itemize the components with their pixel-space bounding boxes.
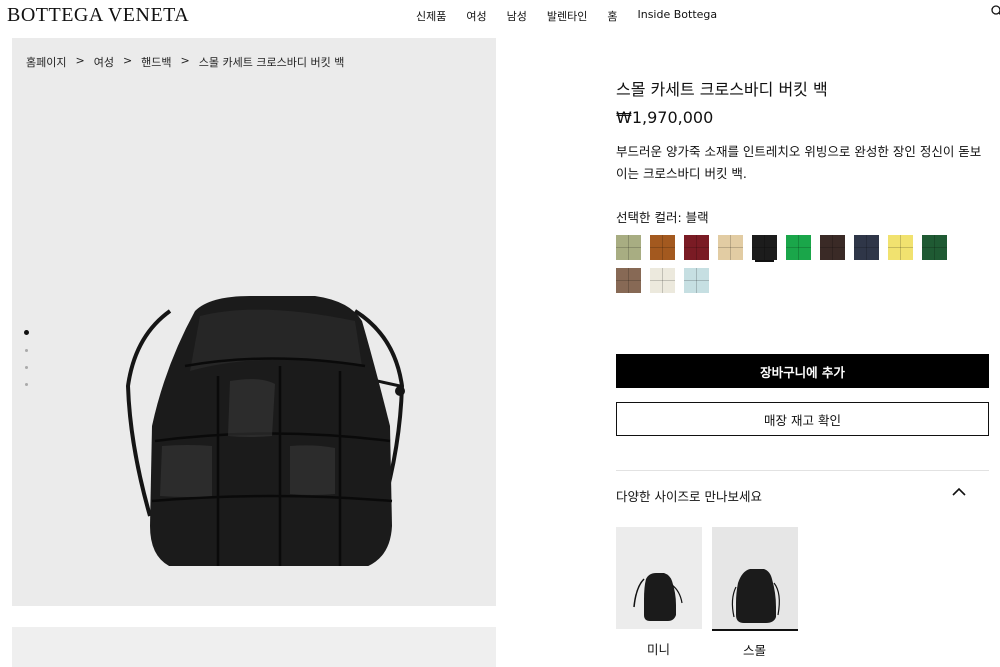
- breadcrumb-current: 스몰 카세트 크로스바디 버킷 백: [198, 56, 345, 69]
- search-icon[interactable]: [991, 5, 1000, 17]
- product-image-secondary: [12, 627, 496, 667]
- color-swatch[interactable]: [650, 268, 675, 293]
- nav-item-inside-bottega[interactable]: Inside Bottega: [637, 8, 717, 24]
- breadcrumb-separator: >: [122, 54, 133, 67]
- slide-indicator: [24, 330, 29, 400]
- product-image-gallery[interactable]: 홈페이지 > 여성 > 핸드백 > 스몰 카세트 크로스바디 버킷 백: [12, 38, 496, 606]
- color-swatch[interactable]: [786, 235, 811, 260]
- product-thumbnail-image: [712, 527, 798, 629]
- nav-item-women[interactable]: 여성: [466, 8, 486, 24]
- breadcrumb-separator: >: [75, 54, 85, 67]
- size-thumbnail-mini[interactable]: [616, 527, 702, 629]
- product-price: ₩1,970,000: [616, 108, 714, 127]
- color-swatch[interactable]: [684, 268, 709, 293]
- nav-item-home[interactable]: 홈: [607, 8, 617, 24]
- slide-dot[interactable]: [24, 330, 29, 335]
- site-header: BOTTEGA VENETA 신제품 여성 남성 발렌타인 홈 Inside B…: [0, 0, 1000, 30]
- product-image: [125, 296, 405, 566]
- color-swatches: [616, 235, 956, 293]
- nav-item-men[interactable]: 남성: [507, 8, 527, 24]
- size-label-mini: 미니: [647, 642, 671, 657]
- slide-dot[interactable]: [25, 383, 28, 386]
- brand-logo[interactable]: BOTTEGA VENETA: [7, 4, 189, 27]
- slide-dot[interactable]: [25, 349, 28, 352]
- product-info: 스몰 카세트 크로스바디 버킷 백 ₩1,970,000 부드러운 양가죽 소재…: [616, 76, 990, 293]
- size-section-title: 다양한 사이즈로 만나보세요: [616, 489, 762, 504]
- selected-color-label: 선택한 컬러: 블랙: [616, 210, 709, 225]
- color-swatch[interactable]: [922, 235, 947, 260]
- color-swatch[interactable]: [718, 235, 743, 260]
- color-swatch[interactable]: [616, 235, 641, 260]
- breadcrumb-home[interactable]: 홈페이지: [26, 54, 66, 70]
- nav-item-valentine[interactable]: 발렌타인: [547, 8, 587, 24]
- breadcrumb: 홈페이지 > 여성 > 핸드백 > 스몰 카세트 크로스바디 버킷 백: [26, 54, 344, 70]
- size-thumbnail-small[interactable]: [712, 527, 798, 631]
- check-store-stock-button[interactable]: 매장 재고 확인: [616, 402, 989, 436]
- divider: [616, 470, 989, 471]
- nav-item-new[interactable]: 신제품: [416, 8, 446, 24]
- color-swatch[interactable]: [854, 235, 879, 260]
- add-to-cart-button[interactable]: 장바구니에 추가: [616, 354, 989, 388]
- main-nav: 신제품 여성 남성 발렌타인 홈 Inside Bottega: [416, 8, 717, 24]
- color-swatch[interactable]: [616, 268, 641, 293]
- breadcrumb-women[interactable]: 여성: [94, 54, 114, 70]
- breadcrumb-handbags[interactable]: 핸드백: [141, 54, 171, 70]
- slide-dot[interactable]: [25, 366, 28, 369]
- color-swatch[interactable]: [752, 235, 777, 260]
- color-swatch[interactable]: [650, 235, 675, 260]
- color-swatch[interactable]: [888, 235, 913, 260]
- color-swatch[interactable]: [684, 235, 709, 260]
- chevron-up-icon[interactable]: [952, 487, 966, 497]
- color-swatch[interactable]: [820, 235, 845, 260]
- size-label-small: 스몰: [743, 643, 767, 658]
- breadcrumb-separator: >: [180, 54, 190, 67]
- product-title: 스몰 카세트 크로스바디 버킷 백: [616, 80, 828, 99]
- product-thumbnail-image: [616, 527, 702, 629]
- product-description: 부드러운 양가죽 소재를 인트레치오 위빙으로 완성한 장인 정신이 돋보이는 …: [616, 144, 982, 181]
